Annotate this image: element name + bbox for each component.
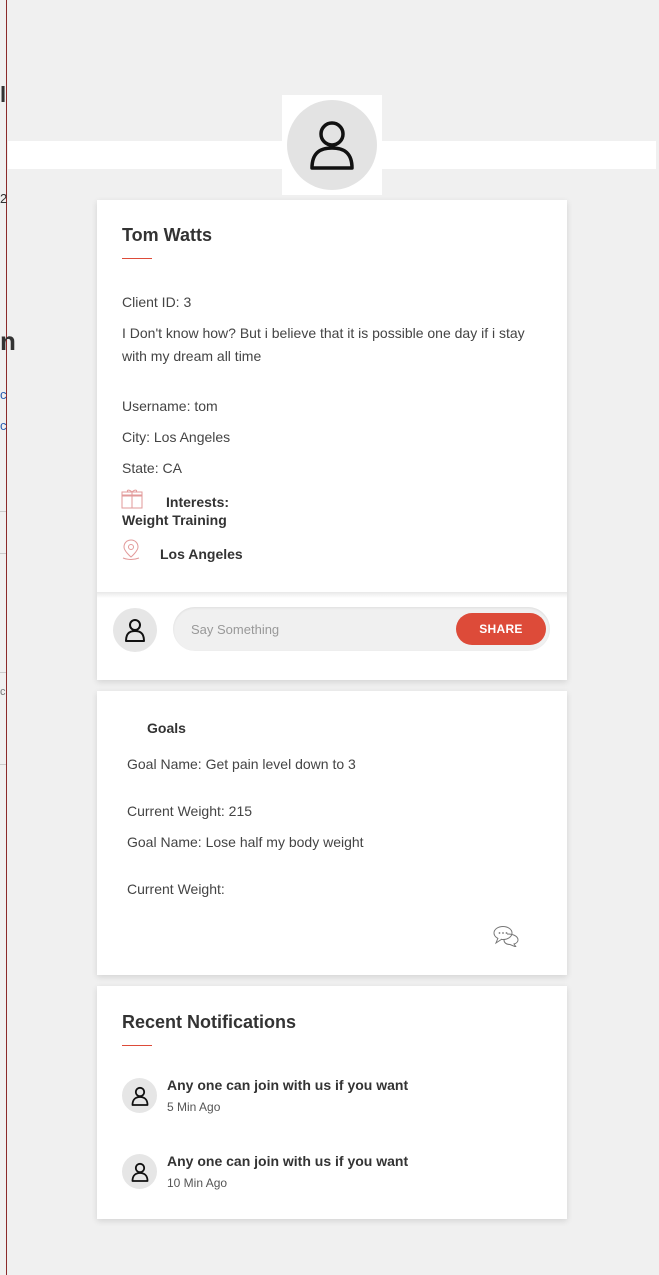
edge-divider: [0, 764, 6, 765]
location-value: Los Angeles: [160, 546, 243, 562]
notification-item[interactable]: Any one can join with us if you want 10 …: [122, 1153, 542, 1193]
notification-time: 5 Min Ago: [167, 1100, 221, 1114]
notifications-header: Recent Notifications: [122, 1012, 296, 1046]
username: Username: tom: [122, 398, 218, 414]
chat-bubbles-icon[interactable]: [493, 925, 519, 947]
goal-name: Goal Name: Lose half my body weight: [127, 834, 364, 850]
notification-item[interactable]: Any one can join with us if you want 5 M…: [122, 1077, 542, 1117]
title-underline: [122, 258, 152, 259]
edge-divider: [0, 672, 6, 673]
interests-label: Interests:: [166, 494, 230, 510]
notification-text: Any one can join with us if you want: [167, 1153, 409, 1169]
comment-input[interactable]: [173, 607, 451, 651]
interests-value: Weight Training: [122, 512, 227, 528]
profile-bio: I Don't know how? But i believe that it …: [122, 325, 525, 364]
avatar: [122, 1078, 157, 1113]
current-weight: Current Weight:: [127, 881, 225, 897]
notifications-card: Recent Notifications Any one can join wi…: [97, 986, 567, 1219]
goal-name: Goal Name: Get pain level down to 3: [127, 756, 356, 772]
client-id: Client ID: 3: [122, 294, 192, 310]
edge-fragment: c: [0, 387, 7, 402]
section-divider: [97, 592, 567, 598]
goals-card: Goals Goal Name: Get pain level down to …: [97, 691, 567, 975]
edge-divider: [0, 511, 6, 512]
user-icon: [310, 121, 354, 170]
current-weight: Current Weight: 215: [127, 803, 253, 819]
location-pin-icon: [122, 539, 140, 560]
user-icon: [131, 1162, 148, 1182]
notification-text: Any one can join with us if you want: [167, 1077, 409, 1093]
gift-icon: [121, 489, 143, 509]
edge-fragment: c: [0, 418, 7, 433]
title-underline: [122, 1045, 152, 1046]
user-icon: [125, 619, 145, 642]
edge-fragment: n: [0, 326, 16, 356]
comment-avatar: [113, 608, 157, 652]
share-button[interactable]: SHARE: [456, 613, 546, 645]
avatar: [122, 1154, 157, 1189]
goals-title: Goals: [147, 720, 186, 736]
profile-name: Tom Watts: [122, 225, 212, 245]
user-icon: [131, 1086, 148, 1106]
profile-header: Tom Watts: [122, 225, 212, 259]
comment-box: SHARE: [173, 607, 550, 651]
profile-avatar[interactable]: [282, 95, 382, 195]
notification-time: 10 Min Ago: [167, 1176, 228, 1190]
city: City: Los Angeles: [122, 429, 231, 445]
edge-divider: [0, 553, 6, 554]
notifications-title: Recent Notifications: [122, 1012, 297, 1032]
edge-fragment: 2: [0, 191, 8, 206]
state: State: CA: [122, 460, 182, 476]
edge-fragment: c: [0, 686, 6, 698]
edge-fragment: l: [0, 82, 7, 107]
profile-card: Tom Watts Client ID: 3 I Don't know how?…: [97, 200, 567, 680]
